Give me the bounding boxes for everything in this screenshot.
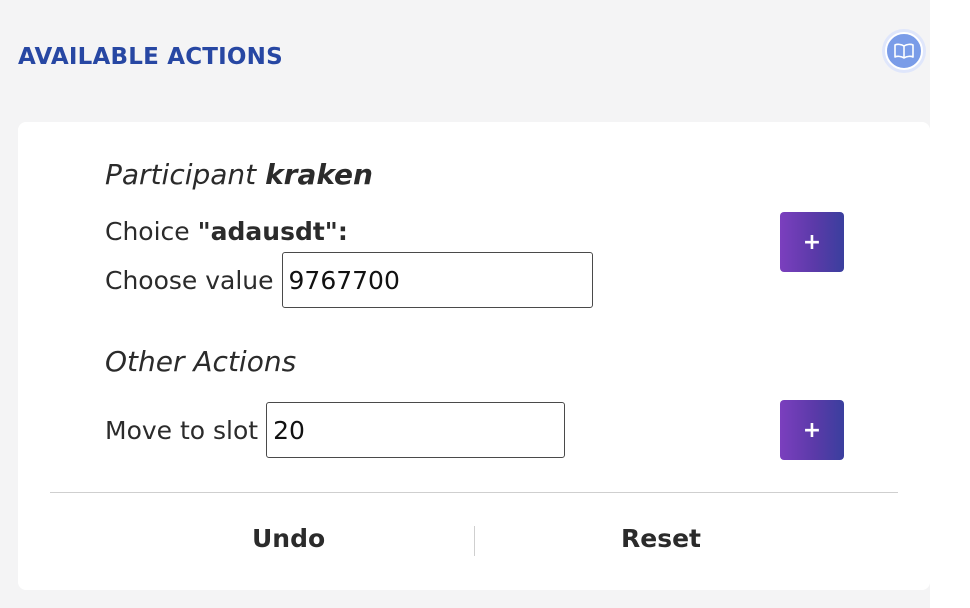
move-to-slot-label: Move to slot bbox=[105, 415, 259, 445]
choice-heading: Choice "adausdt": bbox=[105, 217, 348, 246]
move-to-slot-button[interactable]: + bbox=[780, 400, 844, 460]
choose-value-input[interactable] bbox=[281, 252, 593, 308]
actions-card: Participant kraken Choice "adausdt": Cho… bbox=[18, 122, 930, 590]
add-choice-button[interactable]: + bbox=[780, 212, 844, 272]
book-open-icon bbox=[885, 32, 923, 70]
participant-name: kraken bbox=[265, 158, 373, 191]
reset-button[interactable]: Reset bbox=[621, 524, 701, 553]
choose-value-row: Choose value bbox=[105, 250, 593, 310]
footer-separator bbox=[474, 526, 475, 556]
move-to-slot-row: Move to slot bbox=[105, 400, 566, 460]
choice-name: "adausdt": bbox=[197, 217, 348, 246]
help-button[interactable] bbox=[882, 29, 926, 73]
participant-heading: Participant kraken bbox=[105, 158, 373, 191]
choose-value-label: Choose value bbox=[105, 265, 274, 295]
other-actions-heading: Other Actions bbox=[105, 345, 297, 378]
slot-input[interactable] bbox=[266, 402, 566, 458]
divider bbox=[50, 492, 898, 493]
undo-button[interactable]: Undo bbox=[252, 524, 325, 553]
choice-prefix: Choice bbox=[105, 217, 190, 246]
page-title: AVAILABLE ACTIONS bbox=[18, 44, 283, 70]
participant-prefix: Participant bbox=[105, 158, 257, 191]
